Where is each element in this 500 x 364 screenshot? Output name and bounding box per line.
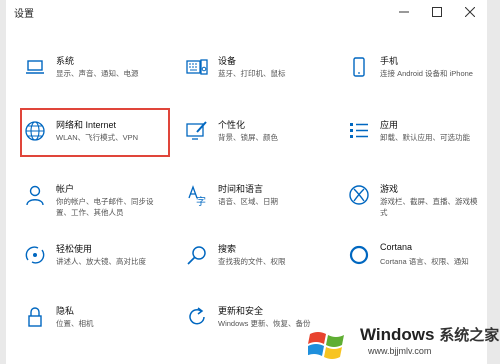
tile-name: 设备: [218, 56, 237, 66]
tile-desc-line: 置、工作、其他人员: [56, 208, 124, 217]
title-bar: 设置: [6, 0, 487, 24]
watermark-brand-zh: 系统之家: [439, 327, 500, 344]
watermark-brand-en: Windows: [360, 325, 435, 344]
tile-desc: 连接 Android 设备和 iPhone: [380, 69, 473, 78]
tile-desc: Windows 更新、恢复、备份: [218, 319, 311, 328]
tile-apps[interactable]: 应用 卸载、默认应用、可选功能: [336, 112, 486, 164]
lock-icon: [28, 307, 42, 327]
tile-desc: Cortana 语言、权限、通知: [380, 257, 469, 266]
tile-name: 时间和语言: [218, 184, 264, 194]
tile-name: 搜索: [218, 244, 237, 254]
apps-list-icon: [350, 123, 368, 138]
settings-window: 设置 系统 显示、声音、通知、电源 设备 蓝牙、打印机、鼠标 手机 连接 And…: [6, 0, 487, 364]
tile-desc: 卸载、默认应用、可选功能: [380, 133, 470, 142]
search-icon: [187, 246, 206, 265]
tile-name: 游戏: [380, 184, 399, 194]
tile-time-language[interactable]: 字 时间和语言 语音、区域、日期: [174, 176, 324, 228]
paint-icon: [186, 121, 207, 140]
svg-text:字: 字: [196, 195, 206, 206]
tile-desc-line: 你的帐户、电子邮件、同步设: [56, 197, 154, 206]
tile-name: 网络和 Internet: [56, 120, 117, 130]
tile-ease-of-access[interactable]: 轻松使用 讲述人、放大镜、高对比度: [12, 236, 162, 288]
tile-name: 应用: [380, 120, 399, 130]
tile-name: 个性化: [218, 120, 246, 130]
tile-update-security[interactable]: 更新和安全 Windows 更新、恢复、备份: [174, 298, 324, 350]
tile-cortana[interactable]: Cortana Cortana 语言、权限、通知: [336, 236, 486, 288]
maximize-button[interactable]: [421, 0, 453, 24]
phone-icon: [353, 57, 365, 77]
tile-desc: 你的帐户、电子邮件、同步设 置、工作、其他人员: [56, 196, 154, 218]
tile-desc: 背景、锁屏、颜色: [218, 133, 278, 142]
globe-icon: [25, 121, 45, 141]
tile-name: Cortana: [380, 242, 413, 252]
watermark: Windows 系统之家 www.bjjmlv.com: [308, 324, 499, 360]
watermark-brand: Windows 系统之家: [360, 324, 499, 345]
window-title: 设置: [14, 9, 34, 20]
minimize-button[interactable]: [388, 0, 420, 24]
tile-desc: 语音、区域、日期: [218, 197, 278, 206]
tile-search[interactable]: 搜索 查找我的文件、权限: [174, 236, 324, 288]
tile-name: 更新和安全: [218, 306, 264, 316]
tile-desc-line: 游戏栏、截屏、直播、游戏模: [380, 197, 478, 206]
tile-name: 隐私: [56, 306, 75, 316]
tile-desc: 显示、声音、通知、电源: [56, 69, 139, 78]
tile-phone[interactable]: 手机 连接 Android 设备和 iPhone: [336, 48, 486, 100]
tile-desc: 蓝牙、打印机、鼠标: [218, 69, 286, 78]
tile-desc: 位置、相机: [56, 319, 94, 328]
tile-desc: WLAN、飞行模式、VPN: [56, 133, 139, 142]
minimize-icon: [399, 11, 409, 13]
tile-system[interactable]: 系统 显示、声音、通知、电源: [12, 48, 162, 100]
keyboard-speaker-icon: [186, 59, 208, 75]
update-icon: [189, 307, 205, 325]
tile-name: 手机: [380, 56, 399, 66]
windows-logo-icon: [308, 332, 344, 359]
tile-privacy[interactable]: 隐私 位置、相机: [12, 298, 162, 350]
tile-network[interactable]: 网络和 Internet WLAN、飞行模式、VPN: [12, 112, 162, 164]
tile-accounts[interactable]: 帐户 你的帐户、电子邮件、同步设 置、工作、其他人员: [12, 176, 162, 228]
maximize-icon: [432, 7, 442, 17]
tile-personalization[interactable]: 个性化 背景、锁屏、颜色: [174, 112, 324, 164]
tile-name: 帐户: [56, 184, 75, 194]
tile-name: 轻松使用: [56, 244, 93, 254]
tile-name: 系统: [56, 56, 75, 66]
watermark-url: www.bjjmlv.com: [368, 346, 432, 356]
cortana-icon: [349, 245, 369, 265]
close-button[interactable]: [454, 0, 486, 24]
tile-gaming[interactable]: 游戏 游戏栏、截屏、直播、游戏模 式: [336, 176, 486, 228]
tile-desc-line: 式: [380, 208, 388, 217]
tile-desc: 游戏栏、截屏、直播、游戏模 式: [380, 196, 478, 218]
close-icon: [465, 7, 475, 17]
person-icon: [26, 185, 44, 206]
ease-access-icon: [25, 246, 45, 264]
tile-devices[interactable]: 设备 蓝牙、打印机、鼠标: [174, 48, 324, 100]
time-language-icon: 字: [188, 185, 206, 206]
laptop-icon: [26, 60, 44, 74]
tile-desc: 查找我的文件、权限: [218, 257, 286, 266]
xbox-icon: [349, 185, 369, 205]
tile-desc: 讲述人、放大镜、高对比度: [56, 257, 146, 266]
